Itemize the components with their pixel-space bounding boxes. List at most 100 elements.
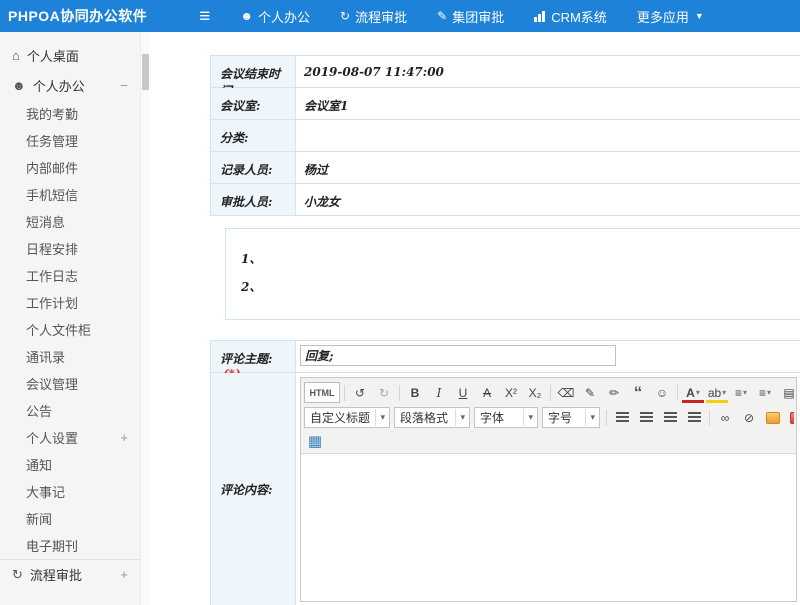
table-row: 会议结束时间: 2019-08-07 11:47:00 <box>211 56 800 88</box>
field-value <box>296 120 800 151</box>
sidebar-item-file-cabinet[interactable]: 个人文件柜 <box>0 316 140 343</box>
link-icon[interactable]: ∞ <box>714 407 736 428</box>
emoticon-icon[interactable]: ☺ <box>651 382 673 403</box>
app-logo[interactable]: PHPOA协同办公软件 <box>8 6 147 26</box>
unlink-icon[interactable]: ⊘ <box>738 407 760 428</box>
insert-media-icon[interactable] <box>786 407 794 428</box>
sidebar-item-announcement[interactable]: 公告 <box>0 397 140 424</box>
chart-icon <box>534 11 546 22</box>
comment-subject-input[interactable] <box>300 345 616 366</box>
sidebar-item-e-journal[interactable]: 电子期刊 <box>0 532 140 559</box>
sidebar-item-label: 手机短信 <box>26 185 78 204</box>
sidebar-item-work-log[interactable]: 工作日志 <box>0 262 140 289</box>
nav-workflow-approval[interactable]: ↻ 流程审批 <box>340 7 407 26</box>
sidebar-item-work-plan[interactable]: 工作计划 <box>0 289 140 316</box>
toolbar-separator <box>399 385 400 401</box>
calendar-icon[interactable]: ▦ <box>304 431 326 452</box>
align-bars <box>640 412 653 423</box>
flow-icon: ↻ <box>340 9 350 23</box>
collapse-icon[interactable]: − <box>120 78 128 93</box>
sidebar-item-label: 公告 <box>26 401 52 420</box>
editor-toolbar: HTML ↺ ↻ B I U A X² X₂ ⌫ <box>301 378 796 454</box>
sidebar-item-personal-office[interactable]: ☻ 个人办公 − <box>0 70 140 100</box>
align-right-icon[interactable] <box>659 407 681 428</box>
rich-text-editor: HTML ↺ ↻ B I U A X² X₂ ⌫ <box>300 377 797 602</box>
nav-label: 更多应用 <box>637 7 689 26</box>
sidebar-item-label: 通讯录 <box>26 347 65 366</box>
table-row: 评论主题:(*) <box>211 341 800 373</box>
redo-icon[interactable]: ↻ <box>373 382 395 403</box>
align-bars <box>664 412 677 423</box>
italic-icon[interactable]: I <box>428 382 450 403</box>
align-center-icon[interactable] <box>635 407 657 428</box>
align-bars <box>616 412 629 423</box>
sidebar-item-task-management[interactable]: 任务管理 <box>0 127 140 154</box>
field-label: 会议室: <box>211 88 296 119</box>
content-line: 2、 <box>241 273 800 301</box>
field-label: 分类: <box>211 120 296 151</box>
caret-down-icon: ▼ <box>695 11 704 21</box>
hamburger-icon[interactable]: ≡ <box>199 7 210 26</box>
sidebar-item-desktop[interactable]: ⌂ 个人桌面 <box>0 40 140 70</box>
field-value: HTML ↺ ↻ B I U A X² X₂ ⌫ <box>296 373 800 605</box>
sidebar-item-news[interactable]: 新闻 <box>0 505 140 532</box>
sidebar-item-notice[interactable]: 通知 <box>0 451 140 478</box>
subscript-icon[interactable]: X₂ <box>524 382 546 403</box>
dropdown-label: 字号 <box>548 409 581 426</box>
expand-icon[interactable]: + <box>120 567 128 582</box>
undo-icon[interactable]: ↺ <box>349 382 371 403</box>
align-bars <box>688 412 701 423</box>
paragraph-format-dropdown[interactable]: 段落格式 <box>394 407 470 428</box>
editor-content-area[interactable] <box>301 454 796 601</box>
top-bar: PHPOA协同办公软件 ≡ ☻ 个人办公 ↻ 流程审批 ✎ 集团审批 CRM系统… <box>0 0 800 32</box>
justify-icon[interactable] <box>683 407 705 428</box>
ordered-list-icon[interactable]: ≡ <box>730 382 752 403</box>
nav-label: 个人办公 <box>258 7 310 26</box>
media-swatch <box>790 412 794 424</box>
scrollbar-thumb[interactable] <box>142 54 149 90</box>
insert-image-icon[interactable] <box>762 407 784 428</box>
toolbar-separator <box>606 410 607 426</box>
expand-icon[interactable]: + <box>120 430 128 445</box>
nav-group-approval[interactable]: ✎ 集团审批 <box>437 7 504 26</box>
format-brush-icon[interactable]: ✎ <box>579 382 601 403</box>
sidebar-item-meeting-management[interactable]: 会议管理 <box>0 370 140 397</box>
field-label: 记录人员: <box>211 152 296 183</box>
sidebar-item-label: 个人桌面 <box>27 46 79 65</box>
dropdown-label: 段落格式 <box>400 409 451 426</box>
sidebar-scrollbar[interactable] <box>140 32 149 605</box>
sidebar-item-label: 个人设置 <box>26 428 78 447</box>
underline-icon[interactable]: U <box>452 382 474 403</box>
template-icon[interactable]: ▤ <box>778 382 794 403</box>
align-left-icon[interactable] <box>611 407 633 428</box>
unordered-list-icon[interactable]: ≡ <box>754 382 776 403</box>
strikethrough-icon[interactable]: A <box>476 382 498 403</box>
font-color-icon[interactable]: A <box>682 382 704 403</box>
source-code-button[interactable]: HTML <box>304 382 340 403</box>
superscript-icon[interactable]: X² <box>500 382 522 403</box>
font-family-dropdown[interactable]: 字体 <box>474 407 538 428</box>
font-size-dropdown[interactable]: 字号 <box>542 407 600 428</box>
sidebar-item-schedule[interactable]: 日程安排 <box>0 235 140 262</box>
nav-personal-office[interactable]: ☻ 个人办公 <box>240 7 310 26</box>
custom-heading-dropdown[interactable]: 自定义标题 <box>304 407 390 428</box>
sidebar-item-workflow-approval[interactable]: ↻ 流程审批 + <box>0 559 140 589</box>
sidebar-item-contacts[interactable]: 通讯录 <box>0 343 140 370</box>
field-label: 评论主题:(*) <box>211 341 296 372</box>
sidebar-item-short-message[interactable]: 短消息 <box>0 208 140 235</box>
sidebar-item-mobile-sms[interactable]: 手机短信 <box>0 181 140 208</box>
blockquote-icon[interactable]: “ <box>627 382 649 403</box>
sidebar-item-internal-mail[interactable]: 内部邮件 <box>0 154 140 181</box>
nav-crm-system[interactable]: CRM系统 <box>534 7 607 26</box>
sidebar-item-personal-settings[interactable]: 个人设置 + <box>0 424 140 451</box>
remove-format-icon[interactable]: ⌫ <box>555 382 577 403</box>
nav-more-apps[interactable]: 更多应用 ▼ <box>637 7 704 26</box>
sidebar-item-label: 内部邮件 <box>26 158 78 177</box>
sidebar-item-memorabilia[interactable]: 大事记 <box>0 478 140 505</box>
sidebar-item-label: 任务管理 <box>26 131 78 150</box>
bold-icon[interactable]: B <box>404 382 426 403</box>
highlight-color-icon[interactable]: ab <box>706 382 728 403</box>
sidebar-item-attendance[interactable]: 我的考勤 <box>0 100 140 127</box>
sidebar-item-label: 工作计划 <box>26 293 78 312</box>
pen-icon[interactable]: ✏ <box>603 382 625 403</box>
